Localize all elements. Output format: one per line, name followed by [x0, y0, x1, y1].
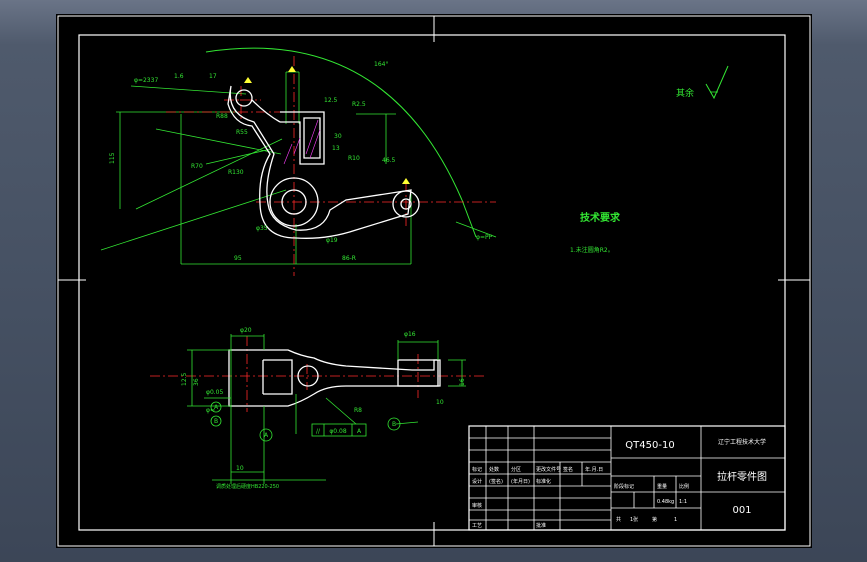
- datum-a: A: [264, 432, 269, 439]
- surface-finish-label: 其余: [676, 87, 694, 99]
- tb-cell: 标准化: [536, 478, 551, 485]
- dim-label: 17: [209, 73, 217, 80]
- roughness-icon: [705, 65, 729, 100]
- dim-label: 164°: [374, 61, 388, 68]
- tb-cell: (年月日): [511, 478, 530, 485]
- dim-label: 30: [334, 133, 342, 140]
- front-view: φ=2337 1.6 17 164° R88 12.5 R2.5 R70 R55…: [100, 47, 729, 276]
- dim-label: 46.5: [382, 157, 396, 164]
- dim-label: R130: [228, 169, 244, 176]
- top-view: φ20 φ16 12.5 36 16 R8 10 φ0.05 10 φ= A B…: [150, 327, 486, 490]
- dim-label: 13: [332, 145, 340, 152]
- tb-cell: 第: [652, 516, 657, 523]
- dim-label: 12.5: [324, 97, 338, 104]
- dim-label: R88: [216, 113, 228, 120]
- drawing-canvas: φ=2337 1.6 17 164° R88 12.5 R2.5 R70 R55…: [57, 15, 811, 547]
- dim-label: R2.5: [352, 101, 366, 108]
- datum-b: B: [392, 421, 396, 428]
- tb-cell: 批准: [536, 522, 546, 529]
- dim-label: 16: [459, 378, 466, 386]
- tb-cell: 0.48kg: [657, 499, 674, 505]
- dim-label: R70: [191, 163, 203, 170]
- tech-req-title: 技术要求: [580, 211, 621, 224]
- part-name-field: 拉杆零件图: [717, 470, 767, 483]
- tb-cell: 重量: [657, 483, 667, 490]
- dim-label: R8: [354, 407, 362, 414]
- dim-label: R55: [236, 129, 248, 136]
- tb-cell: 年.月.日: [585, 466, 603, 473]
- dim-label: φ=PP: [476, 234, 493, 241]
- dim-label: φ20: [240, 327, 252, 334]
- outer-frame: [57, 15, 811, 547]
- dim-label: φ19: [326, 237, 338, 244]
- tb-cell: 工艺: [472, 523, 482, 529]
- dim-label: φ0.05: [206, 389, 224, 396]
- tb-cell: (签名): [489, 478, 503, 485]
- tb-cell: 比例: [679, 483, 689, 490]
- school-field: 辽宁工程技术大学: [718, 438, 766, 446]
- dim-label: 12.5: [181, 372, 188, 386]
- dim-label: 95: [234, 255, 242, 262]
- tech-req-item: 1.未注圆角R2。: [570, 246, 614, 254]
- dim-label: 86-R: [342, 255, 356, 262]
- tb-cell: 设计: [472, 478, 482, 485]
- cad-viewport: φ=2337 1.6 17 164° R88 12.5 R2.5 R70 R55…: [0, 0, 867, 562]
- datum-a: A: [214, 404, 219, 411]
- dim-label: 1.6: [174, 73, 184, 80]
- centering-marks: [58, 16, 810, 546]
- tb-cell: 1:1: [679, 499, 687, 505]
- tb-cell: 分区: [511, 466, 521, 473]
- tb-cell: 处数: [489, 466, 499, 473]
- drawing-sheet: φ=2337 1.6 17 164° R88 12.5 R2.5 R70 R55…: [56, 14, 812, 548]
- dim-label: 36: [193, 378, 200, 386]
- heat-treatment-note: 调质处理后硬度HB220-250: [216, 483, 279, 490]
- tb-cell: 审核: [472, 502, 482, 509]
- lever-top-outline: [228, 349, 441, 407]
- tb-cell: 签名: [563, 466, 573, 473]
- dim-label: φ35: [256, 225, 268, 232]
- svg-text:φ0.08: φ0.08: [329, 428, 347, 435]
- svg-text:A: A: [357, 428, 362, 435]
- datum-b: B: [214, 418, 218, 425]
- dim-label: 10: [436, 399, 444, 406]
- inner-frame: [78, 34, 786, 531]
- title-block: 标记 处数 分区 更改文件号 签名 年.月.日 设计 (签名) (年月日) 标准…: [468, 425, 786, 531]
- tb-cell: 更改文件号: [536, 466, 561, 473]
- tb-cell: 共: [616, 516, 621, 523]
- svg-text://: //: [316, 428, 321, 435]
- dim-label: R10: [348, 155, 360, 162]
- tb-cell: 标记: [472, 466, 482, 473]
- dim-label: 115: [109, 152, 116, 164]
- dim-label: φ=2337: [134, 77, 158, 84]
- material-field: QT450-10: [625, 440, 674, 451]
- dim-label: 10: [236, 465, 244, 472]
- tolerance-frame: // φ0.08 A: [311, 423, 367, 437]
- tb-cell: 1张: [630, 516, 638, 523]
- drawing-number-field: 001: [732, 505, 751, 516]
- dim-label: φ16: [404, 331, 416, 338]
- tb-cell: 阶段标记: [614, 483, 634, 490]
- tb-cell: 1: [674, 517, 677, 523]
